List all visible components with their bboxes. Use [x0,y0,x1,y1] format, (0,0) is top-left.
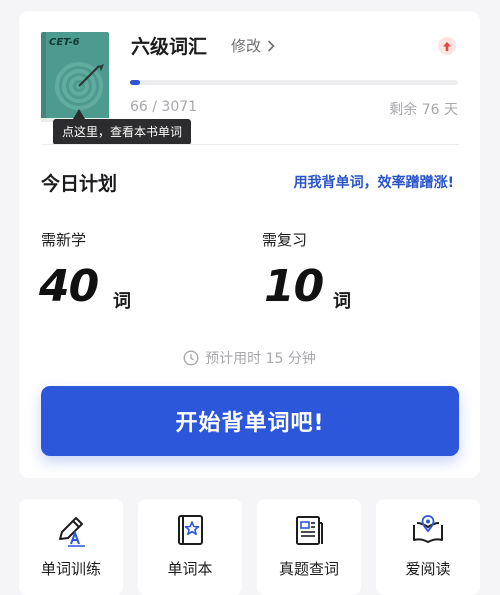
tool-exam-lookup[interactable]: 真题查词 [257,499,361,595]
review-words-unit: 词 [333,291,351,312]
tool-vocabulary-book[interactable]: 单词本 [138,499,242,595]
tool-reading[interactable]: 爱阅读 [376,499,480,595]
clock-icon [183,350,199,366]
time-estimate: 预计用时 15 分钟 [19,348,480,368]
plan-title: 今日计划 [41,173,118,195]
promo-link[interactable]: 用我背单词，效率蹭蹭涨! [294,172,454,192]
time-estimate-text: 预计用时 15 分钟 [205,351,316,367]
tool-label: 爱阅读 [405,560,451,578]
view-words-tooltip[interactable]: 点这里，查看本书单词 [53,119,192,145]
days-left: 剩余 76 天 [389,102,458,118]
edit-book-label: 修改 [231,37,262,55]
tool-label: 真题查词 [278,560,339,578]
plan-card: CET-6 六级词汇 修改 66 / 3071 剩余 76 天 点这里，查看本书… [19,11,480,478]
new-words-unit: 词 [113,291,131,312]
upgrade-alert-badge[interactable] [438,37,456,55]
notebook-icon [178,515,203,545]
tool-bar: 单词训练 单词本 真题查词 爱阅读 [19,499,481,595]
tool-label: 单词训练 [40,560,101,578]
new-words-count: 40 [39,261,99,312]
chevron-right-icon [267,39,275,52]
start-studying-button[interactable]: 开始背单词吧! [41,386,459,456]
book-spine [41,32,46,122]
arrow-up-icon [443,41,451,51]
tooltip-arrow [73,109,85,119]
tool-word-training[interactable]: 单词训练 [19,499,123,595]
divider [41,144,459,145]
book-level-tag: CET-6 [49,37,80,48]
target-icon [55,62,104,110]
review-words-label: 需复习 [262,231,308,249]
progress-count: 66 / 3071 [130,99,198,115]
book-title: 六级词汇 [131,36,208,58]
newspaper-icon [296,516,323,545]
review-words-count: 10 [264,261,324,312]
tool-label: 单词本 [167,560,213,578]
edit-book-link[interactable]: 修改 [231,35,275,56]
study-progress-fill [130,80,140,85]
study-progress-bar [130,80,458,85]
new-words-label: 需新学 [41,231,87,249]
open-book-icon [413,515,443,543]
pencil-icon [59,517,85,547]
